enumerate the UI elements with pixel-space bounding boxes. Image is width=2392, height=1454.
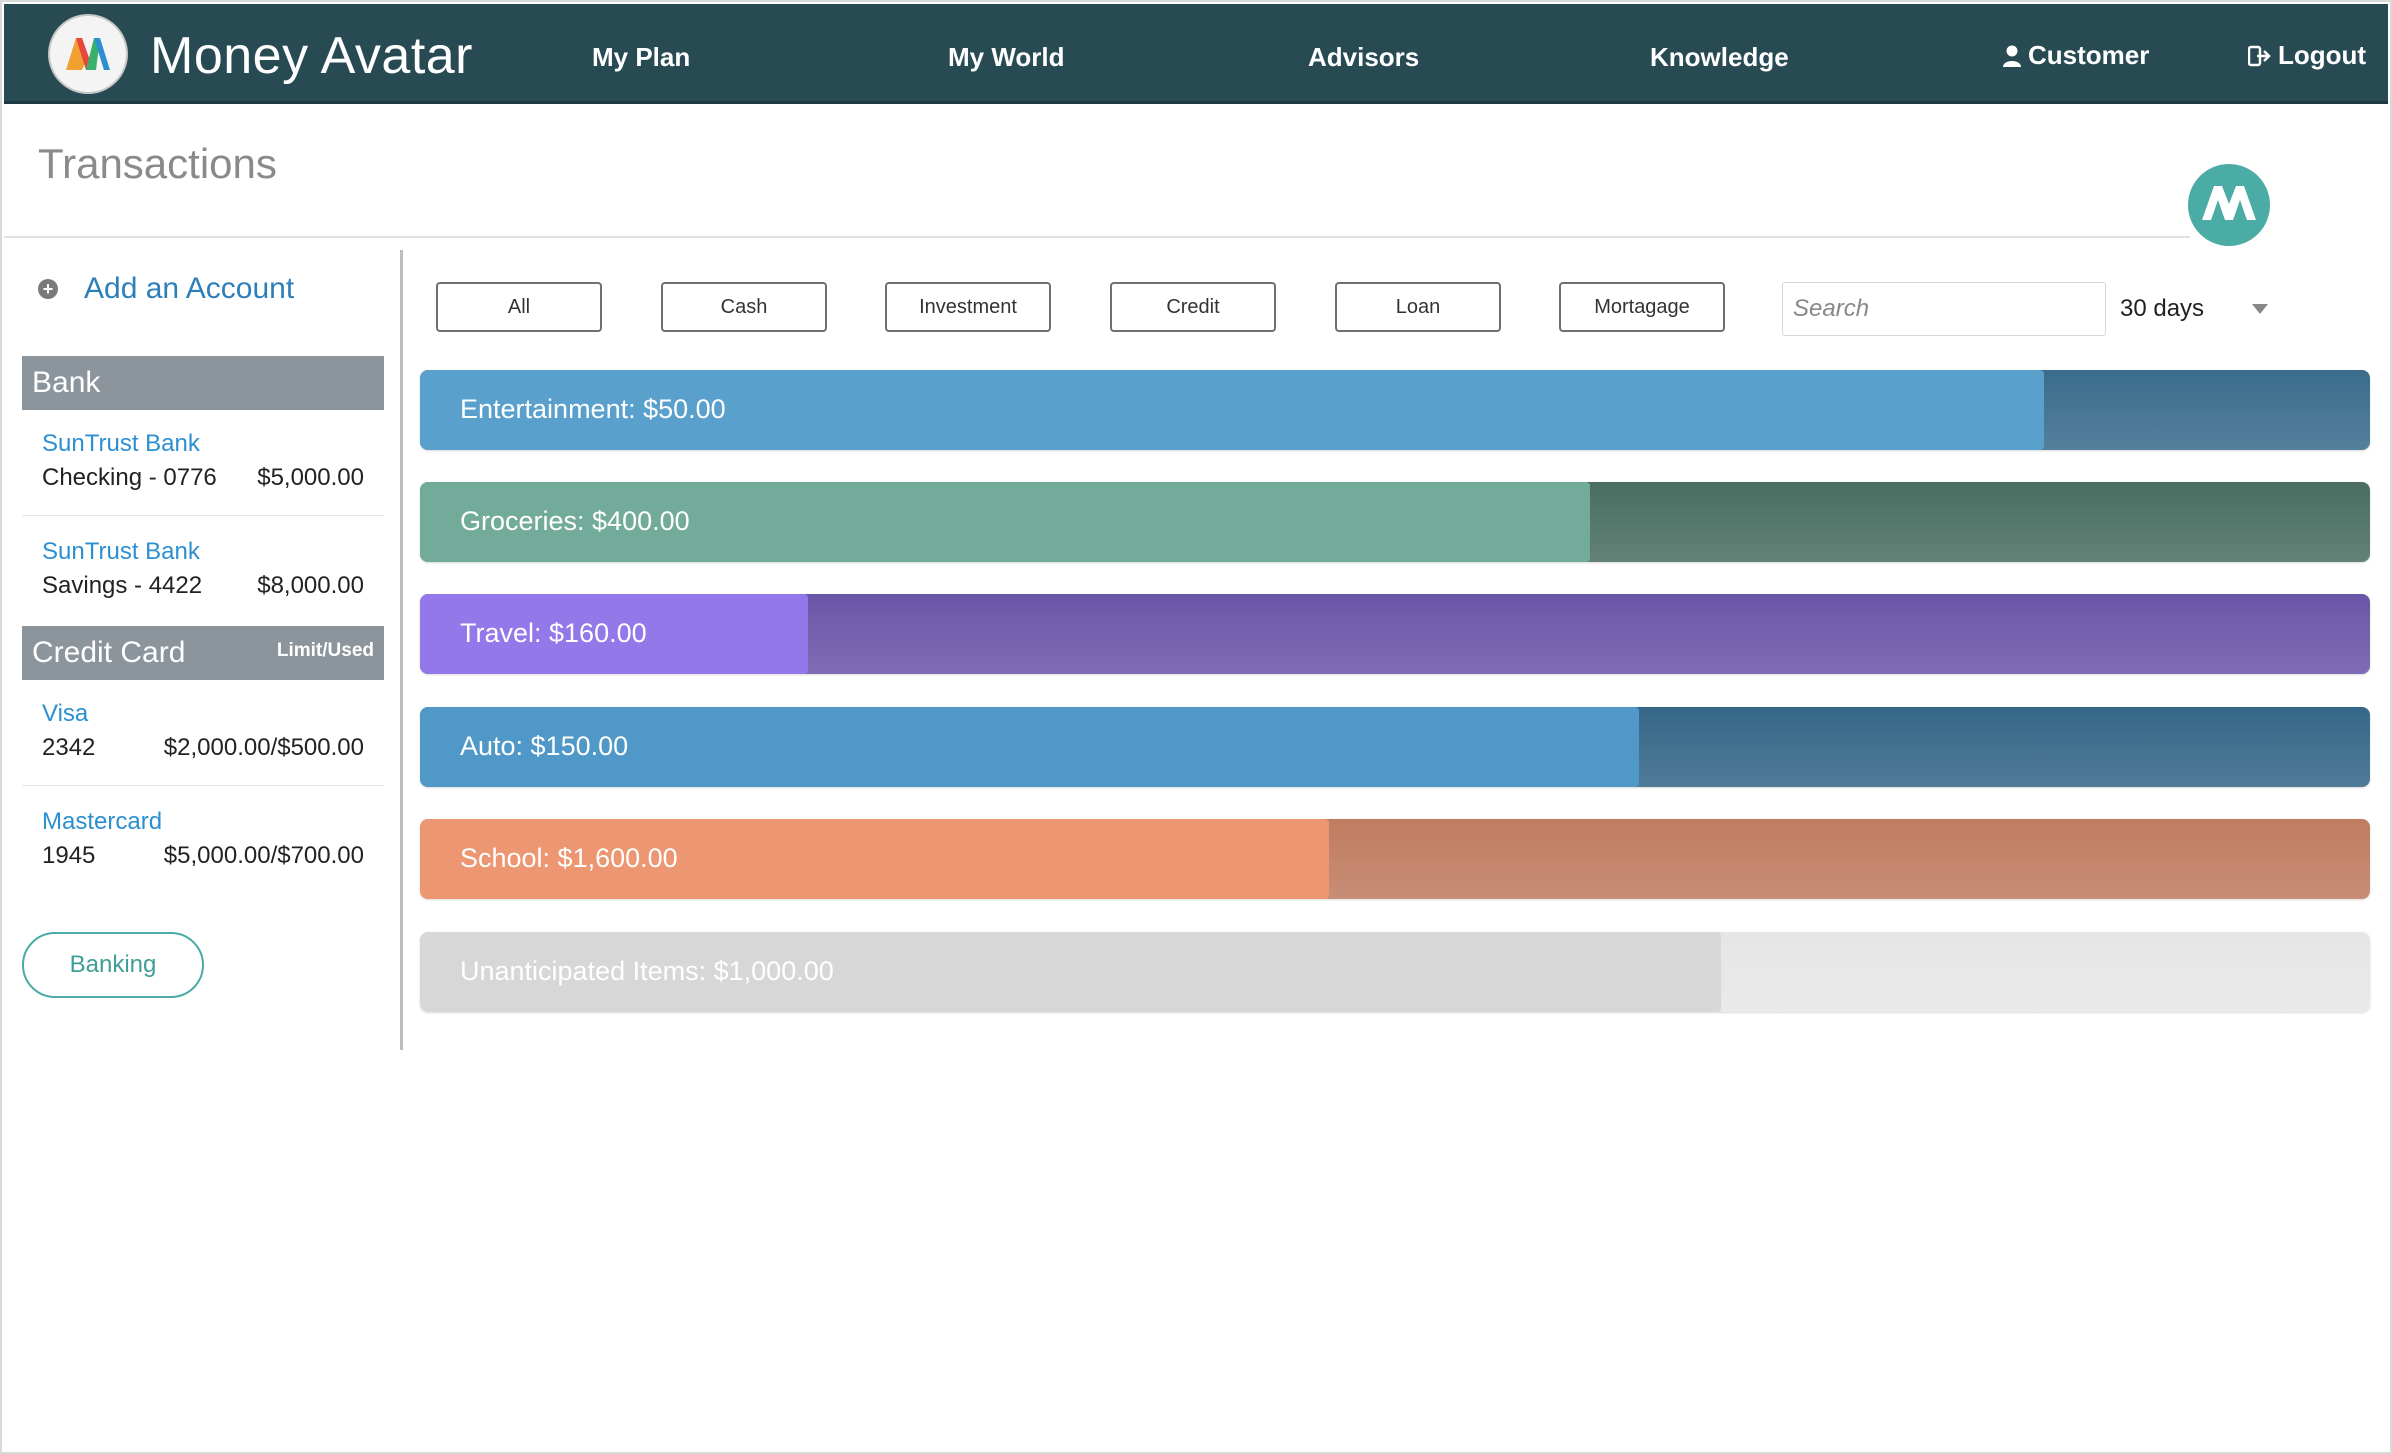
account-bank-name[interactable]: SunTrust Bank	[42, 538, 200, 566]
account-amount: $5,000.00/$700.00	[163, 842, 364, 869]
limit-used-label: Limit/Used	[276, 640, 374, 661]
account-bank-name[interactable]: Mastercard	[42, 808, 162, 836]
category-bar-auto[interactable]: Auto: $150.00	[420, 707, 2370, 787]
account-amount: $5,000.00	[257, 464, 364, 491]
user-icon	[2003, 45, 2021, 67]
logout-icon	[2248, 45, 2271, 66]
account-description: 2342	[42, 734, 96, 761]
account-bank-name[interactable]: Visa	[42, 700, 88, 728]
account-description: 1945	[42, 842, 96, 869]
category-bar-school[interactable]: School: $1,600.00	[420, 819, 2370, 899]
nav-my-world[interactable]: My World	[948, 42, 1065, 73]
filter-all-button[interactable]: All	[436, 282, 602, 332]
category-bar-travel[interactable]: Travel: $160.00	[420, 594, 2370, 674]
search-input[interactable]	[1782, 282, 2106, 336]
account-amount: $2,000.00/$500.00	[163, 734, 364, 761]
money-avatar-logo-icon[interactable]	[50, 16, 126, 92]
category-bar-entertainment[interactable]: Entertainment: $50.00	[420, 370, 2370, 450]
bar-label: Auto: $150.00	[460, 731, 629, 761]
period-select[interactable]: 30 days	[2106, 282, 2282, 336]
nav-knowledge[interactable]: Knowledge	[1650, 42, 1789, 73]
bar-label: School: $1,600.00	[460, 843, 678, 873]
customer-menu[interactable]: Customer	[2002, 40, 2149, 71]
filter-investment-button[interactable]: Investment	[885, 282, 1051, 332]
chevron-down-icon	[2252, 304, 2268, 314]
bar-label: Entertainment: $50.00	[460, 394, 726, 424]
filter-loan-button[interactable]: Loan	[1335, 282, 1501, 332]
filter-credit-button[interactable]: Credit	[1110, 282, 1276, 332]
add-circle-icon: +	[38, 279, 58, 299]
account-item[interactable]: Mastercard 1945 $5,000.00/$700.00	[22, 788, 384, 894]
customer-label: Customer	[2028, 40, 2150, 70]
credit-card-section-header: Credit Card Limit/Used	[22, 626, 384, 680]
bar-label: Travel: $160.00	[460, 618, 647, 648]
add-account-link[interactable]: + Add an Account	[38, 272, 294, 306]
account-amount: $8,000.00	[257, 572, 364, 599]
period-value: 30 days	[2120, 295, 2205, 322]
bank-section-title: Bank	[32, 366, 101, 399]
sidebar-divider	[400, 250, 403, 1050]
account-description: Checking - 0776	[42, 464, 217, 491]
logout-button[interactable]: Logout	[2248, 40, 2366, 71]
bar-label: Unanticipated Items: $1,000.00	[460, 956, 834, 986]
account-item[interactable]: SunTrust Bank Savings - 4422 $8,000.00	[22, 518, 384, 624]
filter-mortgage-button[interactable]: Mortagage	[1559, 282, 1725, 332]
logout-label: Logout	[2278, 40, 2367, 70]
account-description: Savings - 4422	[42, 572, 203, 599]
top-navbar: Money Avatar My Plan My World Advisors K…	[4, 4, 2388, 104]
bar-label: Groceries: $400.00	[460, 506, 690, 536]
header-divider	[4, 236, 2190, 238]
banking-button[interactable]: Banking	[22, 932, 204, 998]
account-bank-name[interactable]: SunTrust Bank	[42, 430, 200, 458]
nav-my-plan[interactable]: My Plan	[592, 42, 690, 73]
category-bar-unanticipated-items[interactable]: Unanticipated Items: $1,000.00	[420, 932, 2370, 1012]
account-item[interactable]: SunTrust Bank Checking - 0776 $5,000.00	[22, 410, 384, 516]
brand-name[interactable]: Money Avatar	[150, 26, 473, 86]
credit-card-section-title: Credit Card	[32, 636, 186, 669]
account-item[interactable]: Visa 2342 $2,000.00/$500.00	[22, 680, 384, 786]
filter-cash-button[interactable]: Cash	[661, 282, 827, 332]
page-title: Transactions	[38, 140, 277, 187]
category-bar-groceries[interactable]: Groceries: $400.00	[420, 482, 2370, 562]
nav-advisors[interactable]: Advisors	[1308, 42, 1419, 73]
avatar-badge-icon[interactable]	[2188, 164, 2270, 246]
add-account-label: Add an Account	[84, 272, 295, 305]
bank-section-header: Bank	[22, 356, 384, 410]
